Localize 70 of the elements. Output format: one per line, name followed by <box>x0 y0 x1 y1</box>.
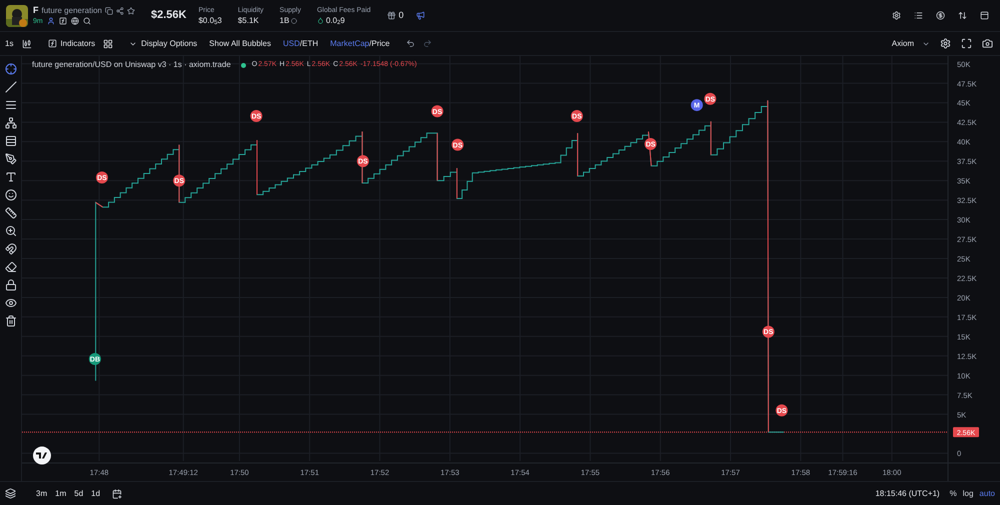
drop-icon <box>316 17 324 24</box>
undo-icon[interactable] <box>406 39 415 48</box>
chart-logo-icon <box>33 446 51 465</box>
grid-icon[interactable] <box>103 38 114 48</box>
stat-value: 1B <box>280 16 290 24</box>
chart-title: future generation/USD on Uniswap v3 · 1s · axiom.trade <box>32 59 231 71</box>
letter-icon[interactable] <box>58 17 67 25</box>
calendar-icon[interactable] <box>112 488 122 498</box>
eraser-icon[interactable] <box>4 261 16 273</box>
stat-value: $5.1K <box>238 16 259 24</box>
interval-button[interactable]: 1s <box>4 38 14 50</box>
crosshair-icon[interactable] <box>4 63 16 75</box>
range-button[interactable]: 1d <box>91 488 100 500</box>
circle-icon <box>291 18 298 24</box>
list-icon[interactable] <box>914 11 923 20</box>
camera-icon[interactable] <box>982 38 993 49</box>
eye-icon[interactable] <box>4 297 16 309</box>
separator: / <box>369 38 372 50</box>
metric-option[interactable]: MarketCap <box>330 38 370 50</box>
copy-icon[interactable] <box>105 6 113 14</box>
currency-option[interactable]: ETH <box>302 38 318 50</box>
token-name: future generation <box>42 6 102 14</box>
pen-icon[interactable] <box>4 153 16 165</box>
scale-option[interactable]: % <box>950 488 957 500</box>
trash-icon[interactable] <box>4 315 16 327</box>
settings-icon[interactable] <box>892 11 901 20</box>
ruler-icon[interactable] <box>4 207 16 219</box>
text-icon[interactable] <box>4 171 16 183</box>
redo-icon[interactable] <box>422 39 432 48</box>
indicators-button[interactable]: Indicators <box>60 38 96 50</box>
sort-icon[interactable] <box>958 11 967 20</box>
separator: / <box>300 38 302 50</box>
pattern-icon[interactable] <box>4 117 16 129</box>
user-icon[interactable] <box>46 17 55 25</box>
settings-icon[interactable] <box>940 38 951 49</box>
lines-icon[interactable] <box>4 99 16 111</box>
dollar-icon[interactable] <box>936 11 945 20</box>
panel-icon[interactable] <box>980 11 989 20</box>
layers-icon[interactable] <box>5 488 16 499</box>
magnet-icon[interactable] <box>4 243 16 255</box>
show-bubbles-button[interactable]: Show All Bubbles <box>209 38 271 50</box>
lock-icon[interactable] <box>4 279 16 291</box>
candlestick-icon[interactable] <box>22 38 32 48</box>
scale-option[interactable]: log <box>962 488 974 500</box>
stat-value: 0.0$_{2}$9 <box>326 16 345 24</box>
layout-dropdown[interactable]: Axiom <box>892 38 914 50</box>
display-options-button[interactable]: Display Options <box>141 38 198 50</box>
smiley-icon[interactable] <box>4 189 16 201</box>
zoom-in-icon[interactable] <box>4 225 16 237</box>
globe-icon[interactable] <box>70 17 79 25</box>
line-icon[interactable] <box>4 81 16 93</box>
megaphone-icon[interactable] <box>416 11 425 20</box>
scale-option[interactable]: auto <box>979 488 995 500</box>
share-icon[interactable] <box>116 6 124 14</box>
star-icon[interactable] <box>127 6 135 14</box>
range-button[interactable]: 1m <box>55 488 66 500</box>
metric-option[interactable]: Price <box>371 38 390 50</box>
fullscreen-icon[interactable] <box>961 38 972 49</box>
function-icon <box>48 39 58 48</box>
search-icon[interactable] <box>82 17 91 25</box>
currency-option[interactable]: USD <box>283 38 300 50</box>
watcher-count: 0 <box>398 8 404 22</box>
token-symbol: F <box>33 6 38 15</box>
gift-icon <box>386 11 396 20</box>
market-cap: $2.56K <box>151 8 186 24</box>
clock-time: 18:15:46 (UTC+1) <box>875 488 940 500</box>
range-button[interactable]: 3m <box>36 488 48 500</box>
channel-icon[interactable] <box>4 135 16 147</box>
range-button[interactable]: 5d <box>74 488 84 500</box>
stat-value: $0.0$_{5}$3 <box>198 16 222 24</box>
